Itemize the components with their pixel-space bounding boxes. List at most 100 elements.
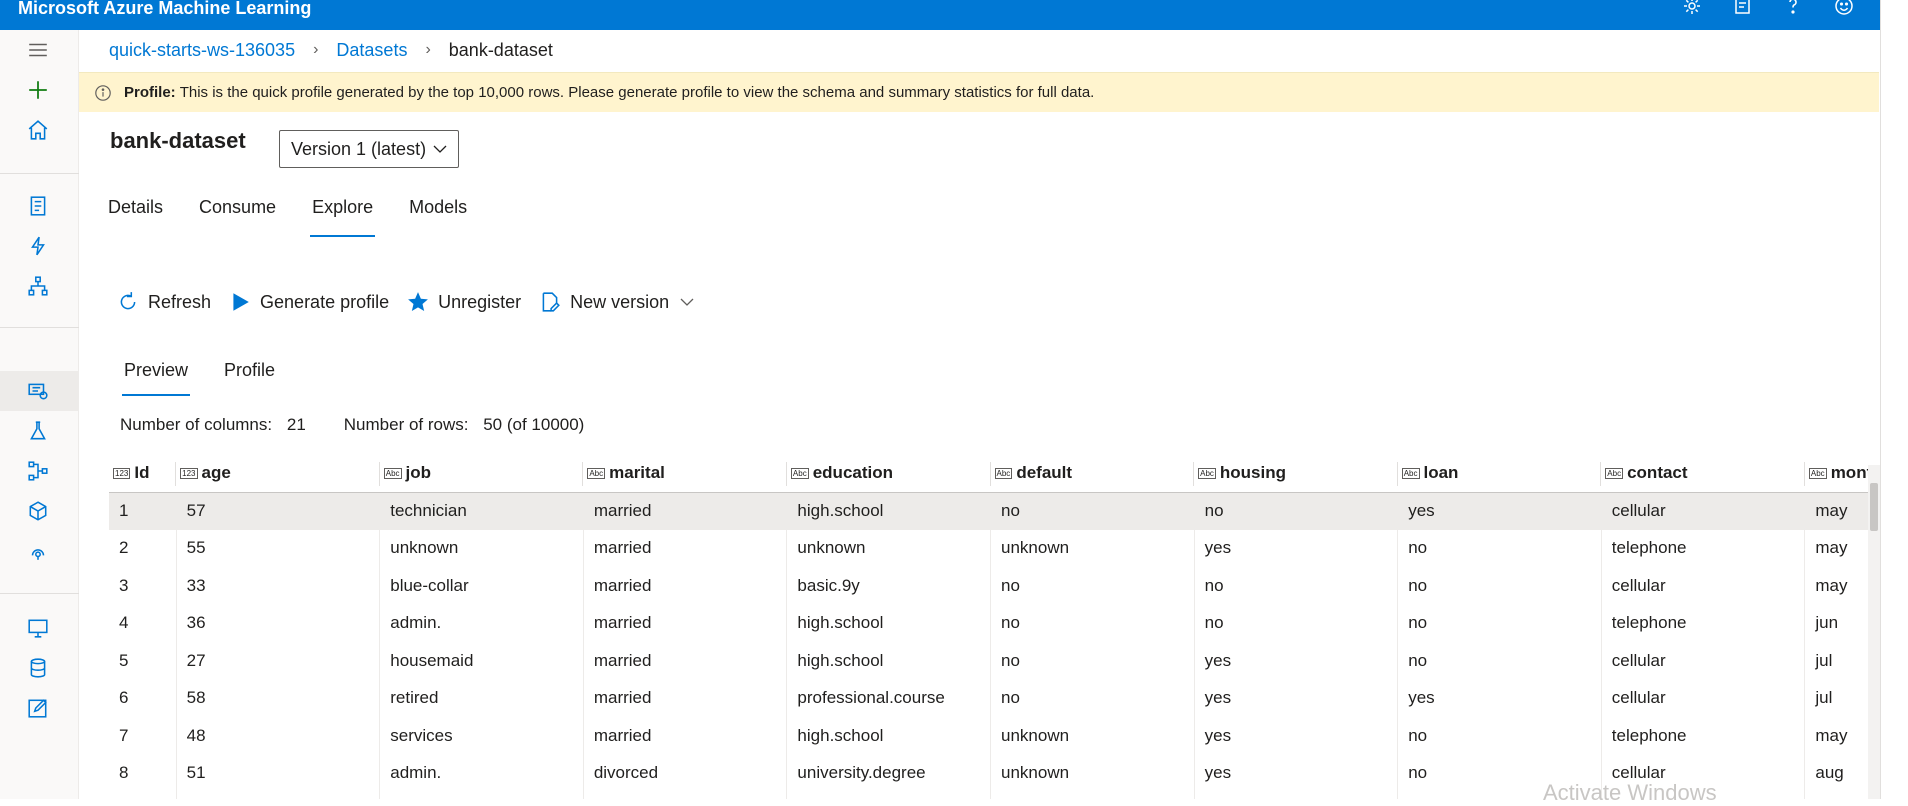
table-row[interactable]: 4 36 admin. married high.school no no no telepho… bbox=[109, 604, 1879, 642]
table-cell-housing: no bbox=[1194, 567, 1399, 605]
hamburger-menu-icon[interactable] bbox=[25, 37, 51, 63]
column-header-contact[interactable]: Abc contact bbox=[1601, 454, 1805, 493]
tab-models[interactable]: Models bbox=[407, 197, 469, 237]
datasets-icon[interactable] bbox=[25, 378, 51, 404]
table-cell-job: admin. bbox=[379, 754, 584, 792]
column-header-education[interactable]: Abc education bbox=[786, 454, 991, 493]
left-nav bbox=[0, 30, 79, 799]
table-row[interactable]: 6 58 retired married professional.course no ye… bbox=[109, 679, 1879, 717]
experiments-icon[interactable] bbox=[25, 418, 51, 444]
numeric-type-icon: 123 bbox=[113, 467, 131, 479]
endpoints-icon[interactable] bbox=[25, 538, 51, 564]
breadcrumb-datasets-link[interactable]: Datasets bbox=[336, 40, 407, 61]
smiley-icon[interactable] bbox=[1833, 0, 1855, 16]
nav-divider bbox=[0, 327, 79, 328]
home-icon[interactable] bbox=[25, 117, 51, 143]
column-header-job[interactable]: Abc job bbox=[379, 454, 584, 493]
table-cell-id: 9 bbox=[109, 792, 177, 799]
table-cell-education: unknown bbox=[786, 529, 992, 567]
column-header-age[interactable]: 123 age bbox=[176, 454, 380, 493]
rows-count-label: Number of rows: bbox=[343, 415, 469, 434]
automated-ml-icon[interactable] bbox=[25, 233, 51, 259]
table-cell-loan: no bbox=[1397, 567, 1602, 605]
text-type-icon: Abc bbox=[587, 467, 606, 479]
feedback-icon[interactable] bbox=[1732, 0, 1754, 16]
subtab-preview[interactable]: Preview bbox=[122, 360, 191, 396]
datastores-icon[interactable] bbox=[25, 655, 51, 681]
table-cell-default: no bbox=[990, 642, 1195, 680]
table-cell-id: 1 bbox=[109, 492, 177, 530]
table-cell-id: 7 bbox=[109, 717, 177, 755]
table-header-row: 123 Id 123 age Abc job Abc marital Abc educat… bbox=[109, 454, 1879, 493]
chevron-down-icon bbox=[432, 141, 448, 157]
grid-vertical-scrollbar[interactable] bbox=[1868, 465, 1880, 799]
table-cell-marital: married bbox=[583, 717, 788, 755]
table-row[interactable]: 3 33 blue-collar married basic.9y no no no cellu… bbox=[109, 567, 1879, 605]
breadcrumb-workspace-link[interactable]: quick-starts-ws-136035 bbox=[109, 40, 295, 61]
table-cell-age: 51 bbox=[176, 754, 381, 792]
app-title[interactable]: Microsoft Azure Machine Learning bbox=[18, 0, 311, 17]
column-header-label: marital bbox=[609, 462, 665, 482]
tab-explore[interactable]: Explore bbox=[310, 197, 376, 237]
column-header-loan[interactable]: Abc loan bbox=[1397, 454, 1602, 493]
subtab-profile[interactable]: Profile bbox=[222, 360, 277, 396]
refresh-button[interactable]: Refresh bbox=[117, 291, 211, 313]
table-cell-default: no bbox=[990, 679, 1195, 717]
table-cell-job: entrepreneur bbox=[379, 792, 584, 799]
new-version-button[interactable]: New version bbox=[539, 291, 695, 313]
table-cell-default: unknown bbox=[990, 754, 1195, 792]
tab-consume[interactable]: Consume bbox=[197, 197, 278, 237]
scrollbar-thumb[interactable] bbox=[1870, 483, 1878, 531]
column-header-housing[interactable]: Abc housing bbox=[1194, 454, 1398, 493]
columns-count-value: 21 bbox=[286, 415, 306, 434]
nav-divider bbox=[0, 173, 79, 174]
unregister-button[interactable]: Unregister bbox=[407, 291, 521, 313]
table-cell-age: 48 bbox=[176, 717, 381, 755]
column-header-marital[interactable]: Abc marital bbox=[583, 454, 787, 493]
table-row[interactable]: 7 48 services married high.school unknown yes n… bbox=[109, 717, 1879, 755]
main-content: quick-starts-ws-136035 › Datasets › bank… bbox=[79, 30, 1879, 799]
table-cell-housing: yes bbox=[1194, 717, 1399, 755]
text-type-icon: Abc bbox=[1401, 467, 1420, 479]
table-row[interactable]: 5 27 housemaid married high.school no yes no cel… bbox=[109, 642, 1879, 680]
window-scroll-edge bbox=[1880, 0, 1908, 799]
table-cell-housing: yes bbox=[1194, 642, 1399, 680]
table-cell-marital: married bbox=[583, 679, 788, 717]
help-icon[interactable] bbox=[1782, 0, 1804, 16]
table-cell-housing: no bbox=[1194, 492, 1399, 530]
text-type-icon: Abc bbox=[383, 467, 402, 479]
gear-icon[interactable] bbox=[1681, 0, 1703, 16]
text-type-icon: Abc bbox=[1808, 467, 1827, 479]
plus-new-icon[interactable] bbox=[25, 77, 51, 103]
explore-subtabs: Preview Profile bbox=[122, 360, 309, 396]
data-labeling-icon[interactable] bbox=[25, 695, 51, 721]
table-cell-housing: yes bbox=[1194, 754, 1399, 792]
table-row[interactable]: 2 55 unknown married unknown unknown yes no tele… bbox=[109, 529, 1879, 567]
table-cell-marital: married bbox=[583, 567, 788, 605]
table-cell-marital: married bbox=[583, 492, 788, 530]
generate-profile-button[interactable]: Generate profile bbox=[229, 291, 389, 313]
designer-icon[interactable] bbox=[25, 273, 51, 299]
table-row[interactable]: 1 57 technician married high.school no no yes ce… bbox=[109, 492, 1879, 530]
table-cell-loan: no bbox=[1397, 642, 1602, 680]
column-header-id[interactable]: 123 Id bbox=[109, 454, 177, 493]
table-cell-id: 8 bbox=[109, 754, 177, 792]
table-cell-default: no bbox=[990, 567, 1195, 605]
column-header-default[interactable]: Abc default bbox=[990, 454, 1195, 493]
table-cell-age: 58 bbox=[176, 679, 381, 717]
table-cell-age: 55 bbox=[176, 529, 381, 567]
table-cell-marital: married bbox=[583, 792, 788, 799]
notebooks-icon[interactable] bbox=[25, 193, 51, 219]
table-cell-marital: divorced bbox=[583, 754, 788, 792]
table-cell-contact: cellular bbox=[1601, 567, 1806, 605]
compute-icon[interactable] bbox=[25, 615, 51, 641]
table-cell-education: basic.9y bbox=[786, 567, 992, 605]
tab-details[interactable]: Details bbox=[106, 197, 165, 237]
table-cell-job: blue-collar bbox=[379, 567, 584, 605]
models-icon[interactable] bbox=[25, 498, 51, 524]
generate-profile-label: Generate profile bbox=[260, 291, 390, 312]
version-dropdown[interactable]: Version 1 (latest) bbox=[279, 130, 459, 168]
top-bar: Microsoft Azure Machine Learning bbox=[0, 0, 1908, 30]
table-cell-age: 33 bbox=[176, 567, 381, 605]
pipelines-icon[interactable] bbox=[25, 458, 51, 484]
